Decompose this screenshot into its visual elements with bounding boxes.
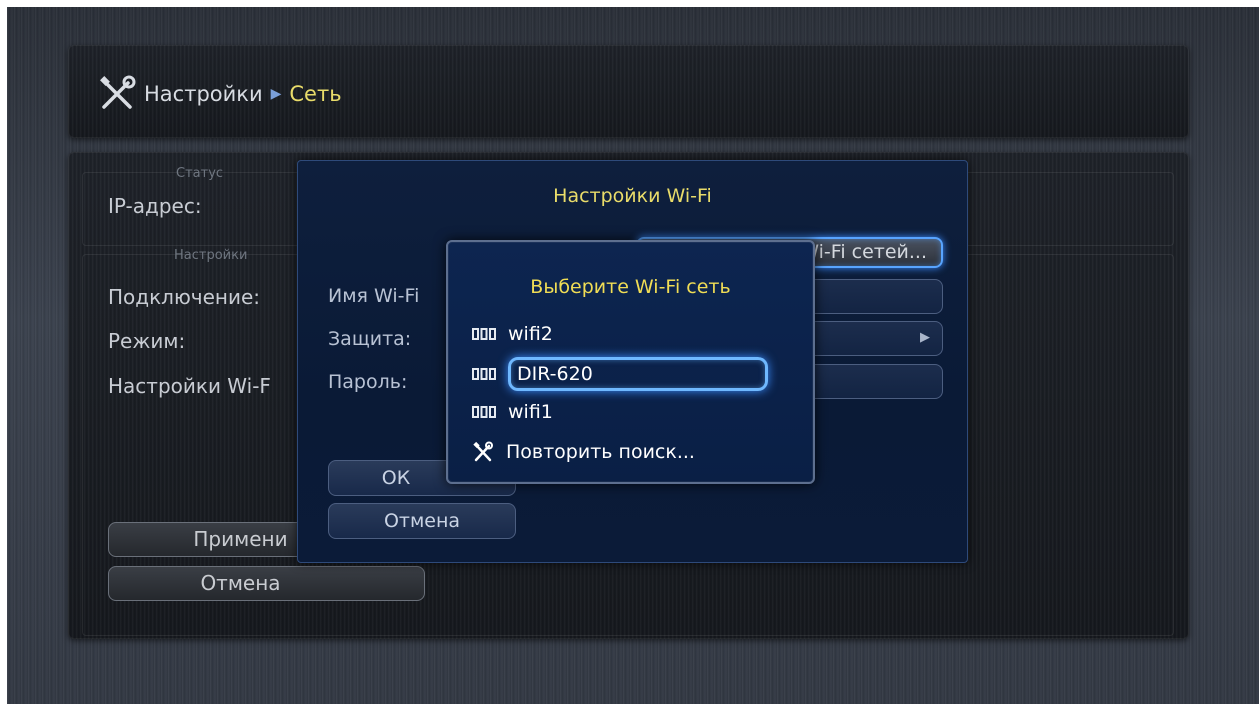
cancel-button-label: Отмена <box>200 571 281 595</box>
dialog-cancel-label: Отмена <box>383 510 461 532</box>
scan-networks-label: Wi-Fi сетей... <box>800 241 927 263</box>
tools-icon <box>473 441 493 462</box>
arrow-right-icon: ▶ <box>920 330 930 345</box>
screen: Настройки ▶ Сеть Статус IP-адрес: Настро… <box>0 0 1259 704</box>
mode-label: Режим: <box>108 329 186 353</box>
tv-background: Настройки ▶ Сеть Статус IP-адрес: Настро… <box>7 7 1259 704</box>
connection-label: Подключение: <box>108 285 261 309</box>
ok-button-label: ОК <box>381 467 411 489</box>
wifi-name-label: Имя Wi-Fi <box>328 285 420 307</box>
rescan-item[interactable]: Повторить поиск... <box>472 436 695 468</box>
network-name: wifi1 <box>508 401 553 423</box>
cancel-button[interactable]: Отмена <box>108 566 425 601</box>
security-label: Защита: <box>328 328 412 350</box>
signal-strength-icon <box>472 406 496 418</box>
tools-icon <box>100 75 136 109</box>
rescan-label: Повторить поиск... <box>506 441 695 463</box>
network-picker-popup: Выберите Wi-Fi сеть wifi2 DIR-620 wifi1 … <box>446 240 815 484</box>
header-panel: Настройки ▶ Сеть <box>68 45 1189 138</box>
apply-button-label: Примени <box>193 527 288 551</box>
breadcrumb: Настройки ▶ Сеть <box>98 75 342 113</box>
network-name: wifi2 <box>508 323 553 345</box>
dialog-cancel-button[interactable]: Отмена <box>328 503 516 539</box>
signal-strength-icon <box>472 368 496 380</box>
status-caption: Статус <box>176 166 224 181</box>
signal-strength-icon <box>472 328 496 340</box>
network-item[interactable]: wifi2 <box>472 318 553 350</box>
breadcrumb-separator-icon: ▶ <box>270 86 282 102</box>
picker-title: Выберите Wi-Fi сеть <box>530 276 731 298</box>
wifi-settings-label[interactable]: Настройки Wi-F <box>108 374 271 398</box>
settings-caption: Настройки <box>174 248 248 263</box>
breadcrumb-root[interactable]: Настройки <box>144 82 263 106</box>
network-item[interactable]: wifi1 <box>472 396 553 428</box>
network-name: DIR-620 <box>517 363 593 385</box>
password-label: Пароль: <box>328 371 408 393</box>
ip-address-label: IP-адрес: <box>108 194 202 218</box>
dialog-title: Настройки Wi-Fi <box>553 185 712 207</box>
network-item-selected[interactable]: DIR-620 <box>508 357 768 391</box>
breadcrumb-current: Сеть <box>289 82 342 106</box>
